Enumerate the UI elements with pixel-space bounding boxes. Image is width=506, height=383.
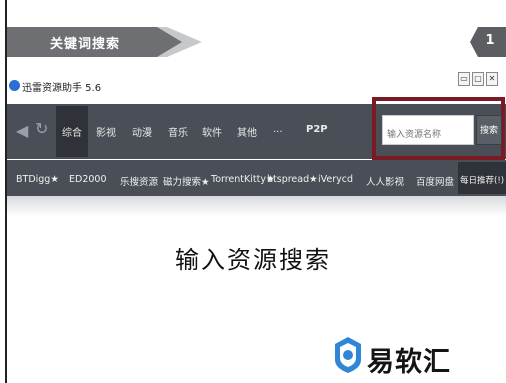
brand-logo-icon	[333, 336, 363, 374]
category-tab-movies[interactable]: 影视	[96, 124, 116, 139]
refresh-icon[interactable]: ↻	[35, 119, 48, 138]
search-button[interactable]: 搜索	[476, 115, 502, 145]
app-logo-icon	[9, 80, 20, 91]
site-tab-baidu-pan[interactable]: 百度网盘	[416, 174, 454, 188]
slide-title: 关键词搜索	[50, 37, 121, 52]
category-tab-more[interactable]: ...	[273, 124, 283, 135]
search-input[interactable]	[382, 115, 474, 145]
site-tab-iverycd[interactable]: iVerycd	[318, 174, 353, 185]
site-tab-ed2000[interactable]: ED2000	[69, 174, 107, 185]
site-tab-btdigg[interactable]: BTDigg★	[16, 174, 59, 185]
page-number: 1	[485, 33, 495, 48]
close-button[interactable]: ✕	[486, 72, 498, 86]
category-tab-music[interactable]: 音乐	[168, 124, 188, 139]
category-tab-p2p[interactable]: P2P	[306, 124, 328, 135]
app-title: 迅雷资源助手 5.6	[22, 83, 102, 94]
slide-caption: 输入资源搜索	[175, 246, 331, 274]
category-tab-other[interactable]: 其他	[237, 124, 257, 139]
back-arrow-icon[interactable]: ◀	[16, 121, 28, 140]
maximize-button[interactable]: ▢	[472, 72, 484, 86]
category-tab-software[interactable]: 软件	[202, 124, 222, 139]
site-tab-torrentkitty[interactable]: TorrentKitty★	[211, 174, 275, 185]
site-tab-renren[interactable]: 人人影视	[366, 174, 404, 188]
site-tab-lesou[interactable]: 乐搜资源	[120, 174, 158, 188]
brand-name: 易软汇	[367, 347, 451, 378]
site-tab-magnet[interactable]: 磁力搜索★	[163, 174, 210, 188]
site-tab-daily[interactable]: 每日推荐(!)	[460, 174, 504, 186]
window-body-fade	[7, 196, 506, 216]
category-tab-all[interactable]: 综合	[62, 124, 82, 139]
minimize-button[interactable]: ▭	[458, 72, 470, 86]
category-tab-anime[interactable]: 动漫	[132, 124, 152, 139]
site-tab-btspread[interactable]: btspread★	[267, 174, 318, 185]
